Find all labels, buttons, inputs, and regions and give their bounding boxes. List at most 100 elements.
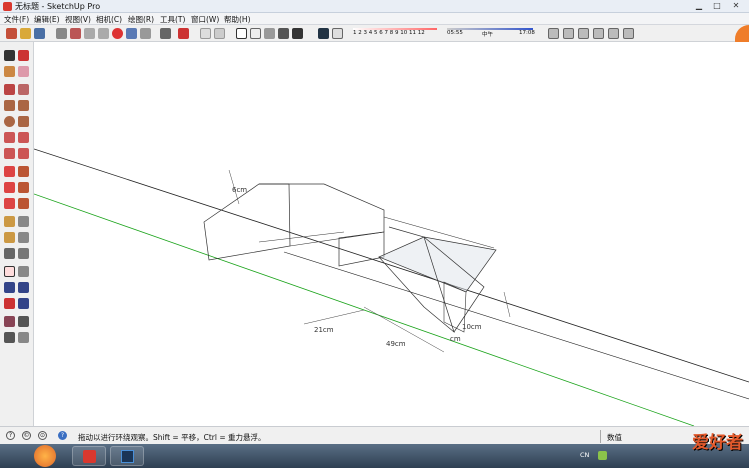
look-around-icon[interactable] [18,316,29,327]
model-drawing: 21cm 49cm cm 10cm 6cm [33,148,749,427]
delete-icon[interactable] [112,28,123,39]
model-viewport[interactable]: 21cm 49cm cm 10cm 6cm [33,42,749,427]
front-view-icon[interactable] [578,28,589,39]
protractor-icon[interactable] [4,232,15,243]
os-taskbar: CN [0,444,749,468]
three-point-arc-icon[interactable] [4,148,15,159]
follow-me-icon[interactable] [18,182,29,193]
top-view-icon[interactable] [563,28,574,39]
model-info-icon[interactable] [178,28,189,39]
print-icon[interactable] [160,28,171,39]
rectangle-tool-icon[interactable] [4,100,15,111]
circle-tool-icon[interactable] [4,116,15,127]
pan-tool-icon[interactable] [18,266,29,277]
zoom-tool-icon[interactable] [4,282,15,293]
left-view-icon[interactable] [623,28,634,39]
previous-view-icon[interactable] [18,298,29,309]
3d-text-icon[interactable] [18,248,29,259]
cut-icon[interactable] [56,28,67,39]
menu-view[interactable]: 视图(V) [65,14,91,25]
orbit-tool-icon[interactable] [4,266,15,277]
menu-tools[interactable]: 工具(T) [160,14,185,25]
save-icon[interactable] [34,28,45,39]
taskbar-sketchup-button[interactable] [72,446,106,466]
paste-icon[interactable] [84,28,95,39]
back-edges-icon[interactable] [214,28,225,39]
copy-icon[interactable] [70,28,81,39]
iso-view-icon[interactable] [548,28,559,39]
tray-shield-icon[interactable] [598,451,607,460]
pie-tool-icon[interactable] [18,148,29,159]
redo-icon[interactable] [140,28,151,39]
dimension-line-21 [303,309,365,325]
polygon-tool-icon[interactable] [18,116,29,127]
maximize-button[interactable]: □ [710,1,724,11]
zoom-window-icon[interactable] [18,282,29,293]
xray-icon[interactable] [200,28,211,39]
dimension-label-49: 49cm [386,340,406,348]
rotated-rectangle-icon[interactable] [18,100,29,111]
box-inner-edge [258,231,345,243]
two-point-arc-icon[interactable] [18,132,29,143]
eraser-tool-icon[interactable] [18,66,29,77]
hidden-line-icon[interactable] [250,28,261,39]
close-button[interactable]: ✕ [729,1,743,11]
time-slider[interactable] [447,28,533,30]
menu-edit[interactable]: 编辑(E) [34,14,60,25]
input-language[interactable]: CN [580,451,589,459]
credits-icon[interactable]: © [22,431,31,440]
arc-tool-icon[interactable] [4,132,15,143]
help-icon[interactable]: ? [58,431,67,440]
axes-tool-icon[interactable] [4,248,15,259]
monochrome-icon[interactable] [292,28,303,39]
wireframe-icon[interactable] [236,28,247,39]
photoshop-taskbar-icon [121,450,134,463]
rotate-tool-icon[interactable] [4,182,15,193]
menu-camera[interactable]: 相机(C) [96,14,122,25]
undo-icon[interactable] [126,28,137,39]
move-tool-icon[interactable] [4,166,15,177]
select-tool-icon[interactable] [4,50,15,61]
menu-help[interactable]: 帮助(H) [224,14,251,25]
dimension-label-6: 6cm [232,186,247,194]
make-component-icon[interactable] [18,50,29,61]
text-tool-icon[interactable] [18,232,29,243]
shaded-icon[interactable] [264,28,275,39]
noon-label: 中午 [482,32,494,38]
offset-tool-icon[interactable] [18,198,29,209]
shaded-textures-icon[interactable] [278,28,289,39]
tape-measure-icon[interactable] [4,216,15,227]
month-slider[interactable] [353,28,437,30]
model-edge-rail [283,251,749,400]
status-message: 拖动以进行环绕观察。Shift = 平移，Ctrl = 重力悬浮。 [78,433,266,442]
geo-location-icon[interactable]: ? [6,431,15,440]
position-camera-icon[interactable] [4,316,15,327]
start-orb-icon[interactable] [34,445,56,467]
back-view-icon[interactable] [608,28,619,39]
push-pull-icon[interactable] [18,166,29,177]
sketchup-taskbar-icon [83,450,96,463]
erase-icon[interactable] [98,28,109,39]
user-icon[interactable]: ⊙ [38,431,47,440]
paint-bucket-icon[interactable] [4,66,15,77]
minimize-button[interactable]: ▁ [692,1,706,11]
taskbar-photoshop-button[interactable] [110,446,144,466]
walk-tool-icon[interactable] [4,332,15,343]
zoom-extents-icon[interactable] [4,298,15,309]
menu-file[interactable]: 文件(F) [4,14,29,25]
fog-icon[interactable] [332,28,343,39]
dimension-tool-icon[interactable] [18,216,29,227]
shadows-icon[interactable] [318,28,329,39]
menu-window[interactable]: 窗口(W) [191,14,219,25]
scale-tool-icon[interactable] [4,198,15,209]
menu-draw[interactable]: 绘图(R) [128,14,154,25]
new-file-icon[interactable] [6,28,17,39]
section-plane-icon[interactable] [18,332,29,343]
triangle-frame [378,236,497,293]
line-tool-icon[interactable] [4,84,15,95]
month-scale[interactable]: 1 2 3 4 5 6 7 8 9 10 11 12 [353,30,425,36]
right-view-icon[interactable] [593,28,604,39]
open-folder-icon[interactable] [20,28,31,39]
freehand-tool-icon[interactable] [18,84,29,95]
title-bar: 无标题 - SketchUp Pro ▁ □ ✕ [0,0,749,13]
